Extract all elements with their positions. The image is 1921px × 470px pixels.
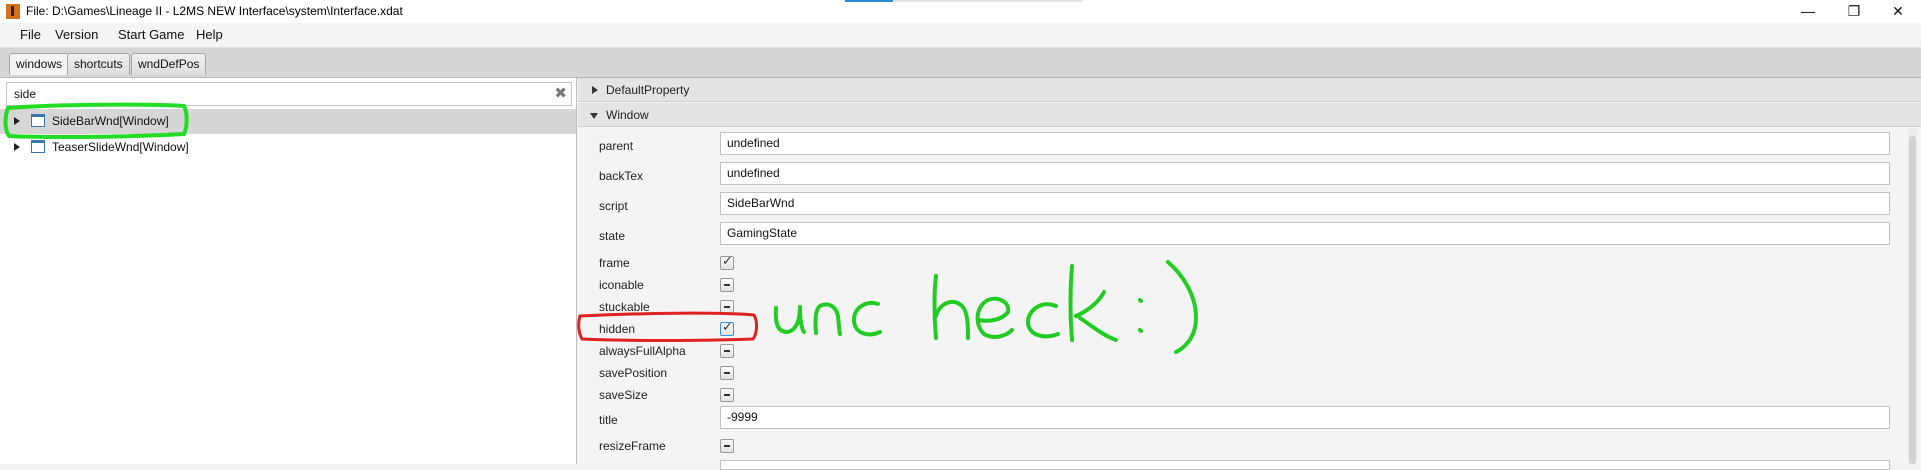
maximize-button[interactable]: ❐ xyxy=(1831,0,1877,23)
section-label: DefaultProperty xyxy=(606,83,690,97)
indeterminate-dash-icon xyxy=(724,394,730,396)
taskbar-accent-line xyxy=(845,0,893,2)
tab-bar: windows shortcuts wndDefPos xyxy=(0,48,1921,78)
checkbox-savesize[interactable] xyxy=(720,388,734,402)
checkbox-frame[interactable]: ✓ xyxy=(720,253,734,270)
tree-item-label: SideBarWnd[Window] xyxy=(52,114,169,128)
prop-field-state[interactable]: GamingState xyxy=(720,222,1890,245)
menu-version[interactable]: Version xyxy=(55,27,98,42)
checkbox-stuckable[interactable] xyxy=(720,300,734,314)
scrollbar-thumb[interactable] xyxy=(1909,136,1916,464)
menu-bar: File Version Start Game Help xyxy=(0,23,1921,48)
prop-label-title: title xyxy=(599,413,618,427)
menu-file[interactable]: File xyxy=(20,27,41,42)
prop-label-state: state xyxy=(599,229,626,243)
tab-wnddefpos[interactable]: wndDefPos xyxy=(131,53,207,75)
check-icon: ✓ xyxy=(722,319,733,334)
clear-search-icon[interactable]: ✖ xyxy=(554,85,567,103)
indeterminate-dash-icon xyxy=(724,372,730,374)
prop-label-saveposition: savePosition xyxy=(599,366,668,380)
search-input[interactable] xyxy=(7,83,544,105)
indeterminate-dash-icon xyxy=(724,445,730,447)
app-icon xyxy=(6,4,20,19)
search-box: ✖ xyxy=(6,82,572,106)
prop-field-next[interactable] xyxy=(720,460,1890,470)
section-window[interactable]: Window xyxy=(578,103,1921,127)
section-defaultproperty[interactable]: DefaultProperty xyxy=(578,78,1921,102)
window-icon xyxy=(31,140,45,153)
tree-item-teaserslidewnd[interactable]: TeaserSlideWnd[Window] xyxy=(0,135,576,160)
section-label: Window xyxy=(606,108,649,122)
prop-field-parent[interactable]: undefined xyxy=(720,132,1890,155)
prop-label-backtex: backTex xyxy=(599,169,644,183)
menu-help[interactable]: Help xyxy=(196,27,223,42)
checkbox-hidden[interactable]: ✓ xyxy=(720,319,734,336)
checkbox-alwaysfullalpha[interactable] xyxy=(720,344,734,358)
prop-field-title[interactable]: -9999 xyxy=(720,406,1890,429)
property-pane: DefaultProperty Window parent undefined … xyxy=(578,78,1921,470)
taskbar-accent-line xyxy=(893,0,1083,2)
indeterminate-dash-icon xyxy=(724,350,730,352)
tree-item-sidebarwnd[interactable]: SideBarWnd[Window] xyxy=(0,109,576,134)
check-icon: ✓ xyxy=(722,253,733,268)
prop-label-hidden: hidden xyxy=(599,322,636,336)
tab-windows[interactable]: windows xyxy=(9,53,70,75)
prop-field-backtex[interactable]: undefined xyxy=(720,162,1890,185)
close-button[interactable]: ✕ xyxy=(1875,0,1921,23)
indeterminate-dash-icon xyxy=(724,284,730,286)
checkbox-iconable[interactable] xyxy=(720,278,734,292)
minimize-button[interactable]: — xyxy=(1785,0,1831,23)
expand-arrow-icon[interactable] xyxy=(14,117,20,125)
menu-start-game[interactable]: Start Game xyxy=(118,27,184,42)
prop-label-alwaysfullalpha: alwaysFullAlpha xyxy=(599,344,686,358)
expand-arrow-icon[interactable] xyxy=(14,143,20,151)
expanded-arrow-icon xyxy=(590,113,598,119)
prop-label-frame: frame xyxy=(599,256,630,270)
indeterminate-dash-icon xyxy=(724,306,730,308)
window-tree-pane: ✖ SideBarWnd[Window] TeaserSlideWnd[Wind… xyxy=(0,78,577,464)
tree-item-label: TeaserSlideWnd[Window] xyxy=(52,140,189,154)
checkbox-resizeframe[interactable] xyxy=(720,439,734,453)
tab-shortcuts[interactable]: shortcuts xyxy=(67,53,130,75)
collapsed-arrow-icon xyxy=(592,86,598,94)
window-icon xyxy=(31,114,45,127)
checkbox-saveposition[interactable] xyxy=(720,366,734,380)
prop-field-script[interactable]: SideBarWnd xyxy=(720,192,1890,215)
prop-label-script: script xyxy=(599,199,628,213)
prop-label-stuckable: stuckable xyxy=(599,300,650,314)
prop-label-parent: parent xyxy=(599,139,634,153)
window-title: File: D:\Games\Lineage II - L2MS NEW Int… xyxy=(26,4,403,18)
prop-label-savesize: saveSize xyxy=(599,388,648,402)
title-bar: File: D:\Games\Lineage II - L2MS NEW Int… xyxy=(0,0,1921,23)
prop-label-resizeframe: resizeFrame xyxy=(599,439,666,453)
prop-label-iconable: iconable xyxy=(599,278,644,292)
